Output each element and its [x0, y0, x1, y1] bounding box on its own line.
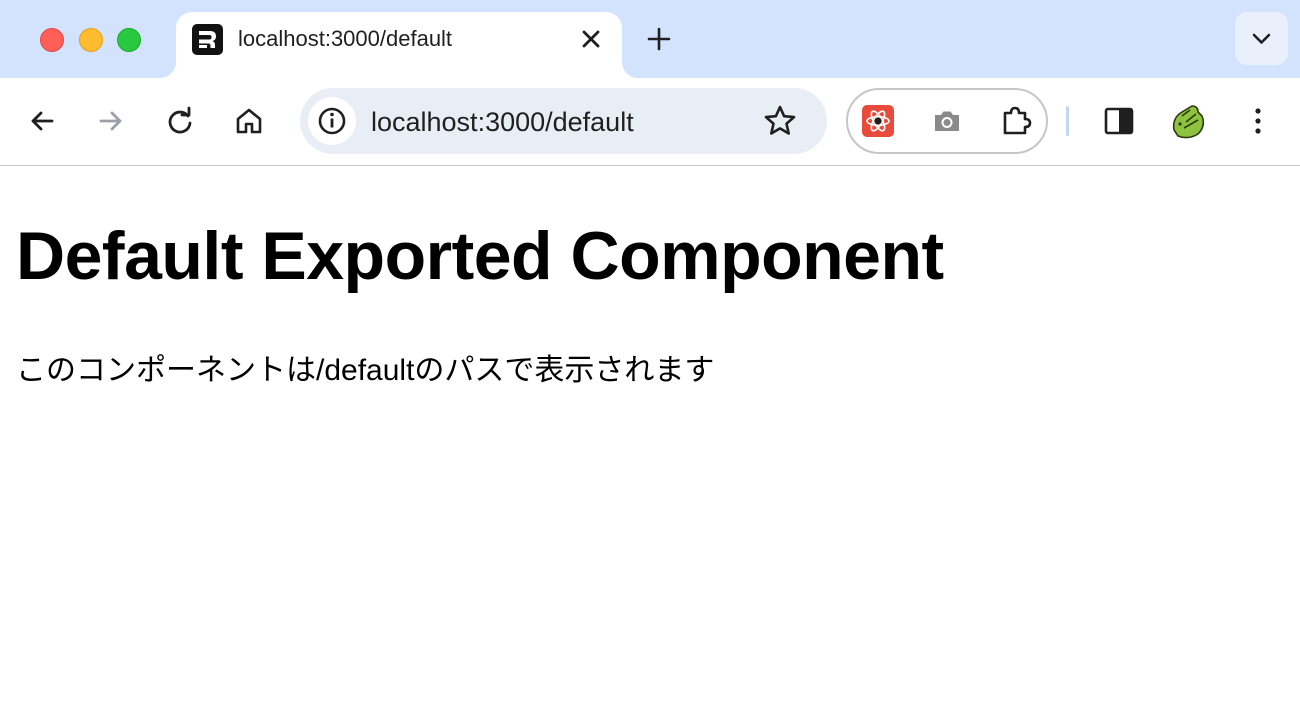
side-panel-icon[interactable]: [1102, 104, 1136, 138]
more-menu-icon[interactable]: [1241, 104, 1275, 138]
react-devtools-icon[interactable]: [861, 104, 895, 138]
home-icon[interactable]: [232, 104, 266, 138]
close-window-button[interactable]: [40, 28, 64, 52]
back-arrow-icon[interactable]: [25, 104, 59, 138]
puzzle-icon[interactable]: [999, 104, 1033, 138]
extensions-group: [846, 88, 1048, 154]
page-heading: Default Exported Component: [16, 218, 944, 294]
active-tab[interactable]: localhost:3000/default: [176, 12, 622, 78]
page-content: Default Exported Component このコンポーネントは/de…: [0, 167, 1300, 720]
chevron-down-icon: [1252, 33, 1271, 44]
browser-toolbar: localhost:3000/default: [0, 78, 1300, 166]
close-tab-icon[interactable]: [578, 26, 604, 52]
toolbar-divider: [1066, 106, 1069, 136]
url-text[interactable]: localhost:3000/default: [371, 107, 634, 138]
new-tab-plus-icon[interactable]: [644, 24, 674, 54]
minimize-window-button[interactable]: [79, 28, 103, 52]
page-description: このコンポーネントは/defaultのパスで表示されます: [16, 354, 715, 387]
camera-icon[interactable]: [930, 104, 964, 138]
zoom-window-button[interactable]: [117, 28, 141, 52]
tab-search-button[interactable]: [1235, 12, 1288, 65]
site-info-icon[interactable]: [308, 97, 356, 145]
tab-strip: localhost:3000/default: [0, 0, 1300, 78]
remix-logo-icon: [192, 24, 223, 55]
bookmark-star-icon[interactable]: [762, 103, 798, 139]
tab-title: localhost:3000/default: [238, 26, 453, 51]
forward-arrow-icon[interactable]: [94, 104, 128, 138]
profile-avatar[interactable]: [1168, 102, 1208, 142]
reload-icon[interactable]: [163, 104, 197, 138]
address-bar[interactable]: localhost:3000/default: [300, 88, 827, 154]
